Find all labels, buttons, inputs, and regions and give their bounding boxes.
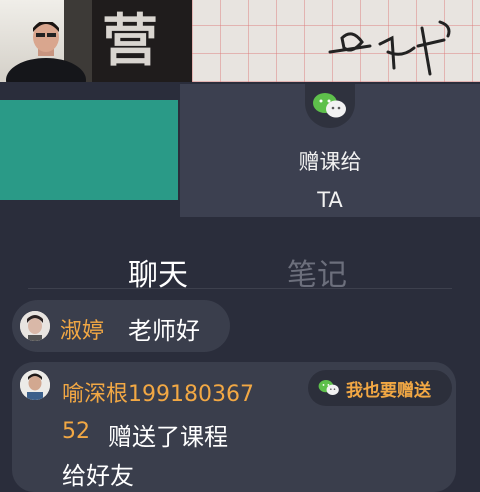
avatar[interactable]: [20, 370, 50, 400]
sender-name-continued[interactable]: 52: [62, 419, 90, 444]
message-text: 老师好: [128, 317, 200, 345]
teacher-camera[interactable]: [0, 0, 92, 82]
wechat-icon: [313, 93, 346, 118]
teacher-figure: [6, 22, 86, 82]
gift-course-label: 赠课给: [298, 150, 362, 174]
sender-name[interactable]: 淑婷: [60, 313, 104, 345]
board-character: 营: [102, 8, 158, 74]
live-video[interactable]: 营: [0, 0, 480, 82]
tab-divider: [28, 288, 452, 289]
gift-too-button[interactable]: 我也要赠送: [308, 370, 452, 406]
tab-bar: 聊天 笔记: [0, 228, 480, 293]
wechat-icon: [318, 380, 339, 396]
avatar[interactable]: [20, 311, 50, 341]
chat-message: 淑婷 老师好: [12, 300, 230, 352]
gift-target-label: TA: [317, 188, 343, 212]
gift-message: 喻深根199180367 52 赠送了课程 给好友 我也要赠送: [12, 362, 456, 492]
teal-banner[interactable]: [0, 100, 178, 200]
handwriting-ink: [328, 20, 451, 76]
writing-paper: [192, 0, 480, 82]
sender-name[interactable]: 喻深根199180367: [62, 376, 254, 408]
wechat-badge[interactable]: [305, 84, 355, 128]
gift-too-label: 我也要赠送: [346, 380, 431, 401]
message-text-continued: 给好友: [62, 462, 134, 490]
gift-course-panel[interactable]: 赠课给 TA: [180, 84, 480, 217]
message-text: 赠送了课程: [108, 423, 228, 451]
